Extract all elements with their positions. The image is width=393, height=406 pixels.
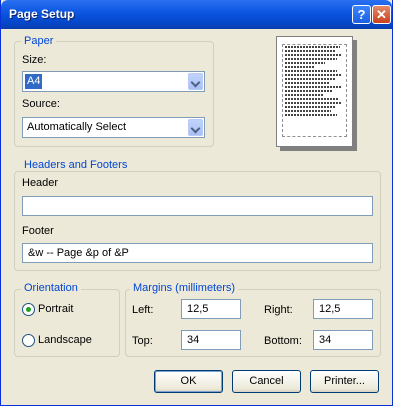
ok-button[interactable]: OK xyxy=(154,370,223,393)
page-preview-text xyxy=(282,44,347,137)
footer-input[interactable]: &w -- Page &p of &P xyxy=(22,243,373,263)
close-button[interactable]: ✕ xyxy=(372,5,391,24)
header-input[interactable] xyxy=(22,196,373,216)
window-title: Page Setup xyxy=(9,7,75,21)
source-selected-value: Automatically Select xyxy=(27,121,127,133)
footer-label: Footer xyxy=(22,225,54,237)
margins-legend: Margins (millimeters) xyxy=(130,282,239,294)
bottom-margin-label: Bottom: xyxy=(264,335,302,347)
source-select[interactable]: Automatically Select xyxy=(22,117,205,138)
size-select[interactable]: A4 xyxy=(22,71,205,92)
title-bar[interactable]: Page Setup ? ✕ xyxy=(1,0,392,29)
right-margin-label: Right: xyxy=(264,304,293,316)
close-icon: ✕ xyxy=(376,7,387,22)
help-icon: ? xyxy=(357,7,366,22)
left-margin-input[interactable]: 12,5 xyxy=(181,299,241,319)
paper-legend: Paper xyxy=(21,35,57,47)
dropdown-arrow-icon[interactable] xyxy=(188,119,203,136)
left-margin-label: Left: xyxy=(132,304,154,316)
size-label: Size: xyxy=(22,54,47,66)
top-margin-input[interactable]: 34 xyxy=(181,330,241,350)
headers-footers-legend: Headers and Footers xyxy=(21,159,131,171)
landscape-radio[interactable] xyxy=(22,334,35,347)
right-margin-input[interactable]: 12,5 xyxy=(313,299,373,319)
orientation-legend: Orientation xyxy=(21,282,81,294)
dropdown-arrow-icon[interactable] xyxy=(188,73,203,90)
portrait-label[interactable]: Portrait xyxy=(38,303,73,315)
bottom-margin-input[interactable]: 34 xyxy=(313,330,373,350)
landscape-label[interactable]: Landscape xyxy=(38,334,92,346)
portrait-radio[interactable] xyxy=(22,303,35,316)
help-button[interactable]: ? xyxy=(352,5,371,24)
size-selected-value: A4 xyxy=(23,73,44,90)
printer-button[interactable]: Printer... xyxy=(310,370,379,393)
page-preview-icon xyxy=(276,36,353,147)
header-label: Header xyxy=(22,177,59,189)
page-setup-dialog: Page Setup ? ✕ Paper Size: A4 Source: Au… xyxy=(0,0,393,406)
cancel-button[interactable]: Cancel xyxy=(232,370,301,393)
source-label: Source: xyxy=(22,98,60,110)
top-margin-label: Top: xyxy=(132,335,153,347)
